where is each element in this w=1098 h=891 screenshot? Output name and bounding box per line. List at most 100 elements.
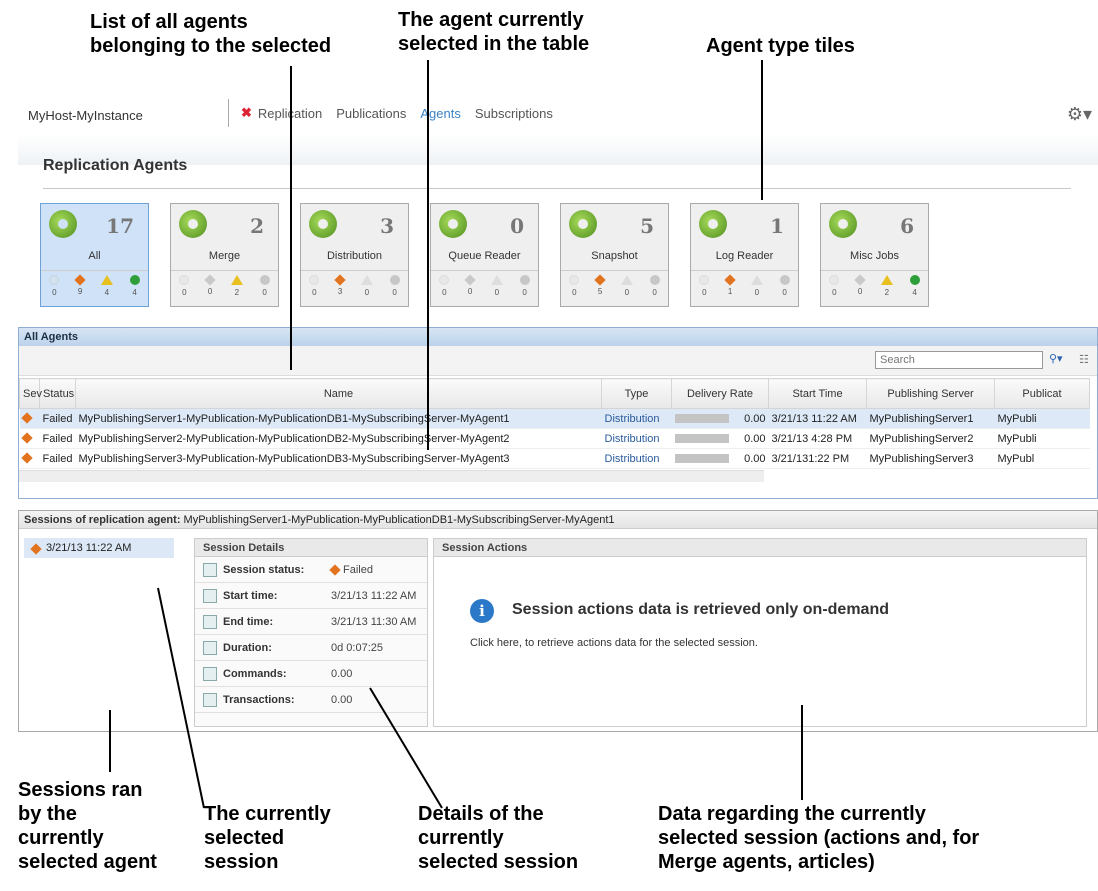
callout-line: session [204,851,279,873]
severity-strip: 0 1 0 0 [691,270,798,306]
name-cell: MyPublishingServer1-MyPublication-MyPubl… [75,408,602,429]
session-list-item[interactable]: 3/21/13 11:22 AM [24,538,174,558]
severity-cell [19,448,40,469]
severity-count-value: 0 [364,288,370,297]
agent-gear-icon [309,210,337,238]
actions-message: Session actions data is retrieved only o… [512,601,889,618]
severity-count[interactable]: 0 [649,275,660,306]
column-header-name[interactable]: Name [75,378,602,409]
severity-count[interactable]: 0 [569,275,580,306]
detail-icon [203,666,217,681]
severity-count[interactable]: 1 [724,274,736,306]
failed-icon [20,431,33,444]
nav-publications[interactable]: Publications [336,106,406,121]
agent-tile-all[interactable]: 17 All 0 9 4 4 [40,203,149,307]
severity-count[interactable]: 0 [490,275,503,306]
severity-count-value: 9 [77,287,83,296]
column-header-publishing-server[interactable]: Publishing Server [866,378,995,409]
publishing-server-cell: MyPublishingServer1 [866,408,995,429]
column-chooser-icon[interactable]: ☷ [1079,353,1089,366]
error-icon [204,274,216,286]
name-cell: MyPublishingServer2-MyPublication-MyPubl… [75,428,602,449]
severity-count[interactable]: 0 [779,275,790,306]
callout-line: The agent currently [398,9,584,31]
ok-icon [649,275,660,285]
severity-count[interactable]: 4 [129,275,140,306]
severity-count[interactable]: 0 [439,275,450,306]
severity-count[interactable]: 2 [880,275,893,306]
critical-icon [309,275,320,285]
column-header-publication[interactable]: Publicat [994,378,1090,409]
severity-count-value: 0 [467,287,473,296]
warning-icon [230,275,243,285]
agent-tile-snapshot[interactable]: 5 Snapshot 0 5 0 0 [560,203,669,307]
severity-count-value: 0 [624,288,630,297]
detail-row: End time: 3/21/13 11:30 AM [195,609,427,635]
severity-count[interactable]: 0 [519,275,530,306]
severity-count[interactable]: 0 [829,275,840,306]
severity-count[interactable]: 0 [464,274,476,306]
agent-tile-queue-reader[interactable]: 0 Queue Reader 0 0 0 0 [430,203,539,307]
severity-count[interactable]: 0 [179,275,190,306]
agent-tile-log-reader[interactable]: 1 Log Reader 0 1 0 0 [690,203,799,307]
severity-count[interactable]: 0 [854,274,866,306]
table-row[interactable]: Failed MyPublishingServer1-MyPublication… [19,408,1090,429]
agent-type-name: All [88,250,101,262]
severity-count[interactable]: 0 [750,275,763,306]
column-header-delivery-rate[interactable]: Delivery Rate [671,378,769,409]
nav-agents[interactable]: Agents [420,106,460,121]
agent-tile-merge[interactable]: 2 Merge 0 0 2 0 [170,203,279,307]
severity-count-value: 0 [262,288,267,297]
error-icon [464,274,476,286]
search-input[interactable] [875,351,1043,369]
table-header-row: Sev Status Name Type Delivery Rate Start… [19,378,1090,409]
table-row[interactable]: Failed MyPublishingServer2-MyPublication… [19,428,1090,449]
agents-table: Sev Status Name Type Delivery Rate Start… [19,378,1090,469]
horizontal-scrollbar[interactable] [19,470,764,482]
severity-count[interactable]: 4 [100,275,113,306]
severity-count[interactable]: 3 [334,274,346,306]
callout-line: Data regarding the currently [658,803,926,825]
severity-count[interactable]: 0 [309,275,320,306]
session-details-title: Session Details [195,539,427,557]
severity-count[interactable]: 5 [594,274,606,306]
column-header-type[interactable]: Type [601,378,672,409]
severity-count[interactable]: 9 [74,274,86,306]
agent-type-name: Log Reader [715,250,774,262]
severity-count[interactable]: 4 [909,275,920,306]
status-cell: Failed [39,408,76,429]
detail-value: 0.00 [331,667,353,680]
severity-count-value: 0 [572,288,577,297]
severity-count[interactable]: 0 [259,275,270,306]
gear-icon[interactable]: ⚙▾ [1067,104,1092,125]
severity-count[interactable]: 0 [620,275,633,306]
callout-line: selected agent [18,851,157,873]
detail-icon [203,692,217,707]
failed-icon [20,411,33,424]
agent-tile-misc-jobs[interactable]: 6 Misc Jobs 0 0 2 4 [820,203,929,307]
severity-count[interactable]: 0 [204,274,216,306]
column-header-sev[interactable]: Sev [19,378,42,409]
severity-count[interactable]: 0 [360,275,373,306]
severity-count-value: 0 [52,288,57,297]
publishing-server-cell: MyPublishingServer2 [866,428,995,449]
severity-count[interactable]: 2 [230,275,243,306]
detail-value: 3/21/13 11:22 AM [331,589,417,602]
callout-line: selected session (actions and, for [658,827,980,849]
detail-label: Session status: [223,563,305,576]
retrieve-actions-link[interactable]: Click here, to retrieve actions data for… [470,637,758,649]
column-header-start-time[interactable]: Start Time [768,378,867,409]
agent-count: 0 [510,214,524,238]
agent-tile-distribution[interactable]: 3 Distribution 0 3 0 0 [300,203,409,307]
severity-count[interactable]: 0 [699,275,710,306]
detail-label: Start time: [223,589,278,602]
severity-count[interactable]: 0 [389,275,400,306]
column-header-status[interactable]: Status [39,378,76,409]
table-row[interactable]: Failed MyPublishingServer3-MyPublication… [19,448,1090,469]
nav-subscriptions[interactable]: Subscriptions [475,106,553,121]
search-icon[interactable]: ⚲▾ [1049,352,1063,365]
severity-count[interactable]: 0 [49,275,60,306]
publication-cell: MyPubli [994,428,1090,449]
ok-icon [519,275,530,285]
nav-replication[interactable]: ✖ Replication [241,105,322,121]
